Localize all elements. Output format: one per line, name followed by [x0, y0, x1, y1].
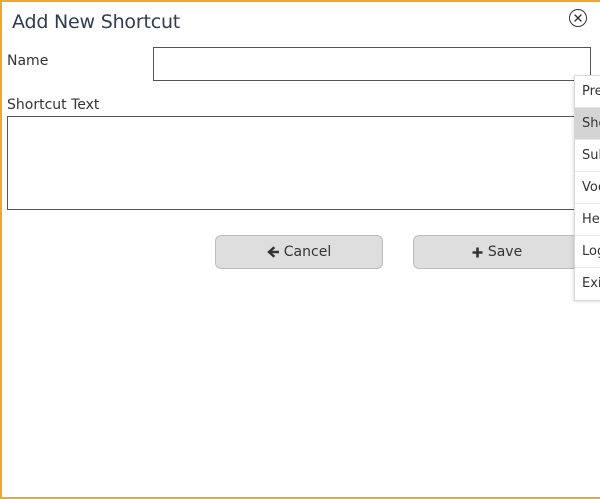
- side-menu-item[interactable]: Sub: [575, 140, 600, 172]
- side-menu-item[interactable]: Voc: [575, 172, 600, 204]
- side-menu-item[interactable]: Exi: [575, 268, 600, 300]
- arrow-left-icon: [266, 246, 279, 258]
- side-menu-item[interactable]: Pre: [575, 76, 600, 108]
- close-button[interactable]: [569, 9, 587, 27]
- close-circle-icon: [574, 14, 582, 22]
- side-menu-item[interactable]: Log: [575, 236, 600, 268]
- shortcut-text-input[interactable]: [7, 116, 591, 210]
- side-menu: Pre Sho Sub Voc Hel Log Exi: [574, 75, 600, 301]
- cancel-button[interactable]: Cancel: [215, 235, 383, 269]
- cancel-button-label: Cancel: [283, 244, 332, 260]
- side-menu-item[interactable]: Hel: [575, 204, 600, 236]
- side-menu-item[interactable]: Sho: [575, 108, 600, 140]
- dialog-title: Add New Shortcut: [12, 11, 181, 33]
- name-input[interactable]: [153, 47, 591, 81]
- name-label: Name: [7, 53, 49, 69]
- save-button[interactable]: Save: [413, 235, 581, 269]
- shortcut-text-label: Shortcut Text: [7, 97, 100, 113]
- save-button-label: Save: [487, 244, 523, 260]
- plus-icon: [472, 247, 483, 258]
